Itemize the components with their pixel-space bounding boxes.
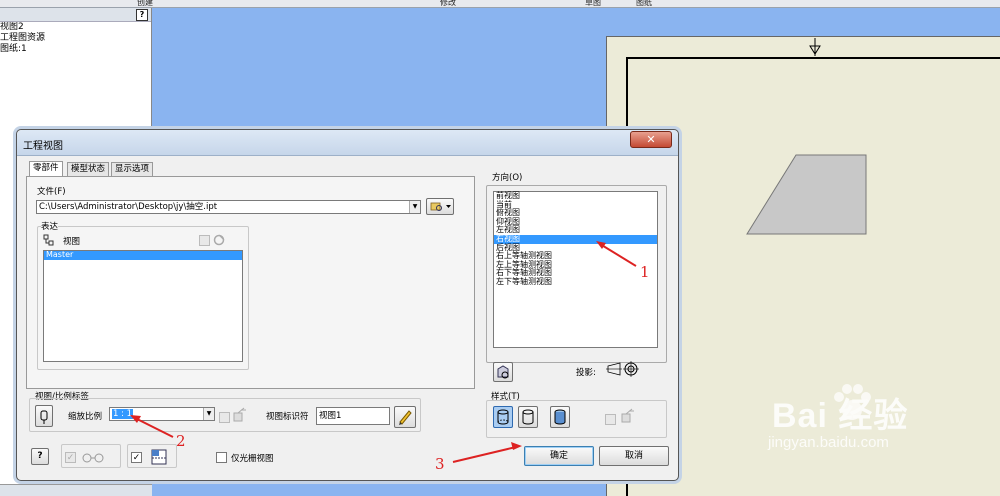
drawing-view-preview[interactable] [746,154,868,236]
associative-checkbox[interactable] [199,235,210,246]
open-file-button[interactable] [426,198,454,215]
raster-view-label: 仅光栅视图 [231,454,274,464]
style-group [486,400,667,438]
browser-item-view2[interactable]: 视图2 [0,22,151,33]
cut-inheritance-checkbox[interactable]: ✓ [131,452,142,463]
file-path-combo[interactable]: C:\Users\Administrator\Desktop\jy\抽空.ipt… [36,200,421,214]
ribbon-label-sheet: 图纸 [636,0,652,7]
dialog-titlebar[interactable]: 工程视图 ✕ [17,130,678,156]
dialog-title: 工程视图 [23,141,63,152]
ok-button[interactable]: 确定 [524,446,594,466]
style-hidden-removed-button[interactable] [518,406,538,428]
direction-item-front[interactable]: 前视图 [494,191,657,201]
watermark-url: jingyan.baidu.com [768,434,889,451]
browser-item-drawing-resources[interactable]: 工程图资源 [0,33,151,44]
annotation-number-3: 3 [435,455,445,473]
style-from-base-checkbox[interactable] [605,414,616,425]
rep-list-item-master[interactable]: Master [44,250,242,260]
cylinder-icon [522,409,534,425]
file-path-value: C:\Users\Administrator\Desktop\jy\抽空.ipt [39,202,218,212]
projection-label: 投影: [576,368,596,378]
cylinder-shaded-icon [554,409,566,425]
view-identifier-input[interactable]: 视图1 [316,407,390,425]
paw-logo-icon [834,384,871,420]
custom-view-icon [497,365,509,379]
ribbon-label-sketch: 草图 [585,0,601,7]
scale-label: 缩放比例 [68,412,103,422]
browser-help-button[interactable]: ? [136,9,148,21]
style-shaded-button[interactable] [550,406,570,428]
chevron-down-icon[interactable]: ▼ [203,408,214,420]
view-identifier-label: 视图标识符 [266,412,309,422]
show-preview-checkbox[interactable]: ✓ [65,452,76,463]
annotation-number-2: 2 [176,432,186,450]
close-button[interactable]: ✕ [630,131,672,148]
link-icon [213,234,225,246]
view-label-toggle-button[interactable] [35,405,53,427]
ribbon-label-modify: 修改 [440,0,456,7]
ribbon-label-create: 创建 [137,0,153,7]
pencil-icon [399,410,412,425]
chevron-down-icon[interactable]: ▼ [409,201,420,213]
drawing-view-dialog: 工程视图 ✕ 零部件 模型状态 显示选项 文件(F) C:\Users\Admi… [16,129,679,481]
representation-list[interactable]: Master [43,250,243,362]
tab-display-options[interactable]: 显示选项 [111,162,154,176]
scale-value: 1 : 1 [112,409,134,419]
baidu-watermark: Bai 经验 jingyan.baidu.com [768,384,908,451]
style-hidden-lines-button[interactable] [493,406,513,428]
browser-header: ? [0,8,151,22]
edit-view-label-button[interactable] [394,406,416,428]
raster-view-checkbox[interactable] [216,452,227,463]
representation-group-label: 表达 [41,220,59,232]
view-label-icon [40,410,48,424]
annotation-number-1: 1 [640,263,650,281]
ribbon-panel-labels: 创建 修改 草图 图纸 [0,0,1000,8]
browser-bottom-bar [0,484,152,496]
direction-item-iso-bottom-left[interactable]: 左下等轴测视图 [494,277,657,287]
scale-from-base-checkbox[interactable] [219,412,230,423]
browser-item-sheet1[interactable]: 图纸:1 [0,44,151,55]
direction-list[interactable]: 前视图 当前 俯视图 仰视图 左视图 右视图 后视图 右上等轴测视图 左上等轴测… [493,191,658,348]
tab-model-state[interactable]: 模型状态 [67,162,110,176]
file-label: 文件(F) [37,187,66,197]
direction-label: 方向(O) [492,173,523,183]
projection-symbol-icon[interactable] [606,361,640,377]
section-view-icon [151,449,167,465]
style-link-icon [621,408,634,423]
help-button[interactable]: ? [31,448,49,465]
center-mark-arrow-icon [809,38,821,56]
tree-icon [43,234,54,246]
scale-link-icon [233,407,246,422]
glasses-icon [82,453,104,463]
view-identifier-value: 视图1 [319,411,342,421]
cancel-button[interactable]: 取消 [599,446,669,466]
tab-components[interactable]: 零部件 [29,161,63,177]
folder-search-icon [430,202,451,211]
view-rep-label: 视图 [63,237,81,247]
cylinder-hidden-icon [497,409,509,425]
scale-combo[interactable]: 1 : 1 ▼ [109,407,215,421]
components-panel: 文件(F) C:\Users\Administrator\Desktop\jy\… [26,176,475,389]
custom-view-button[interactable] [493,362,513,382]
